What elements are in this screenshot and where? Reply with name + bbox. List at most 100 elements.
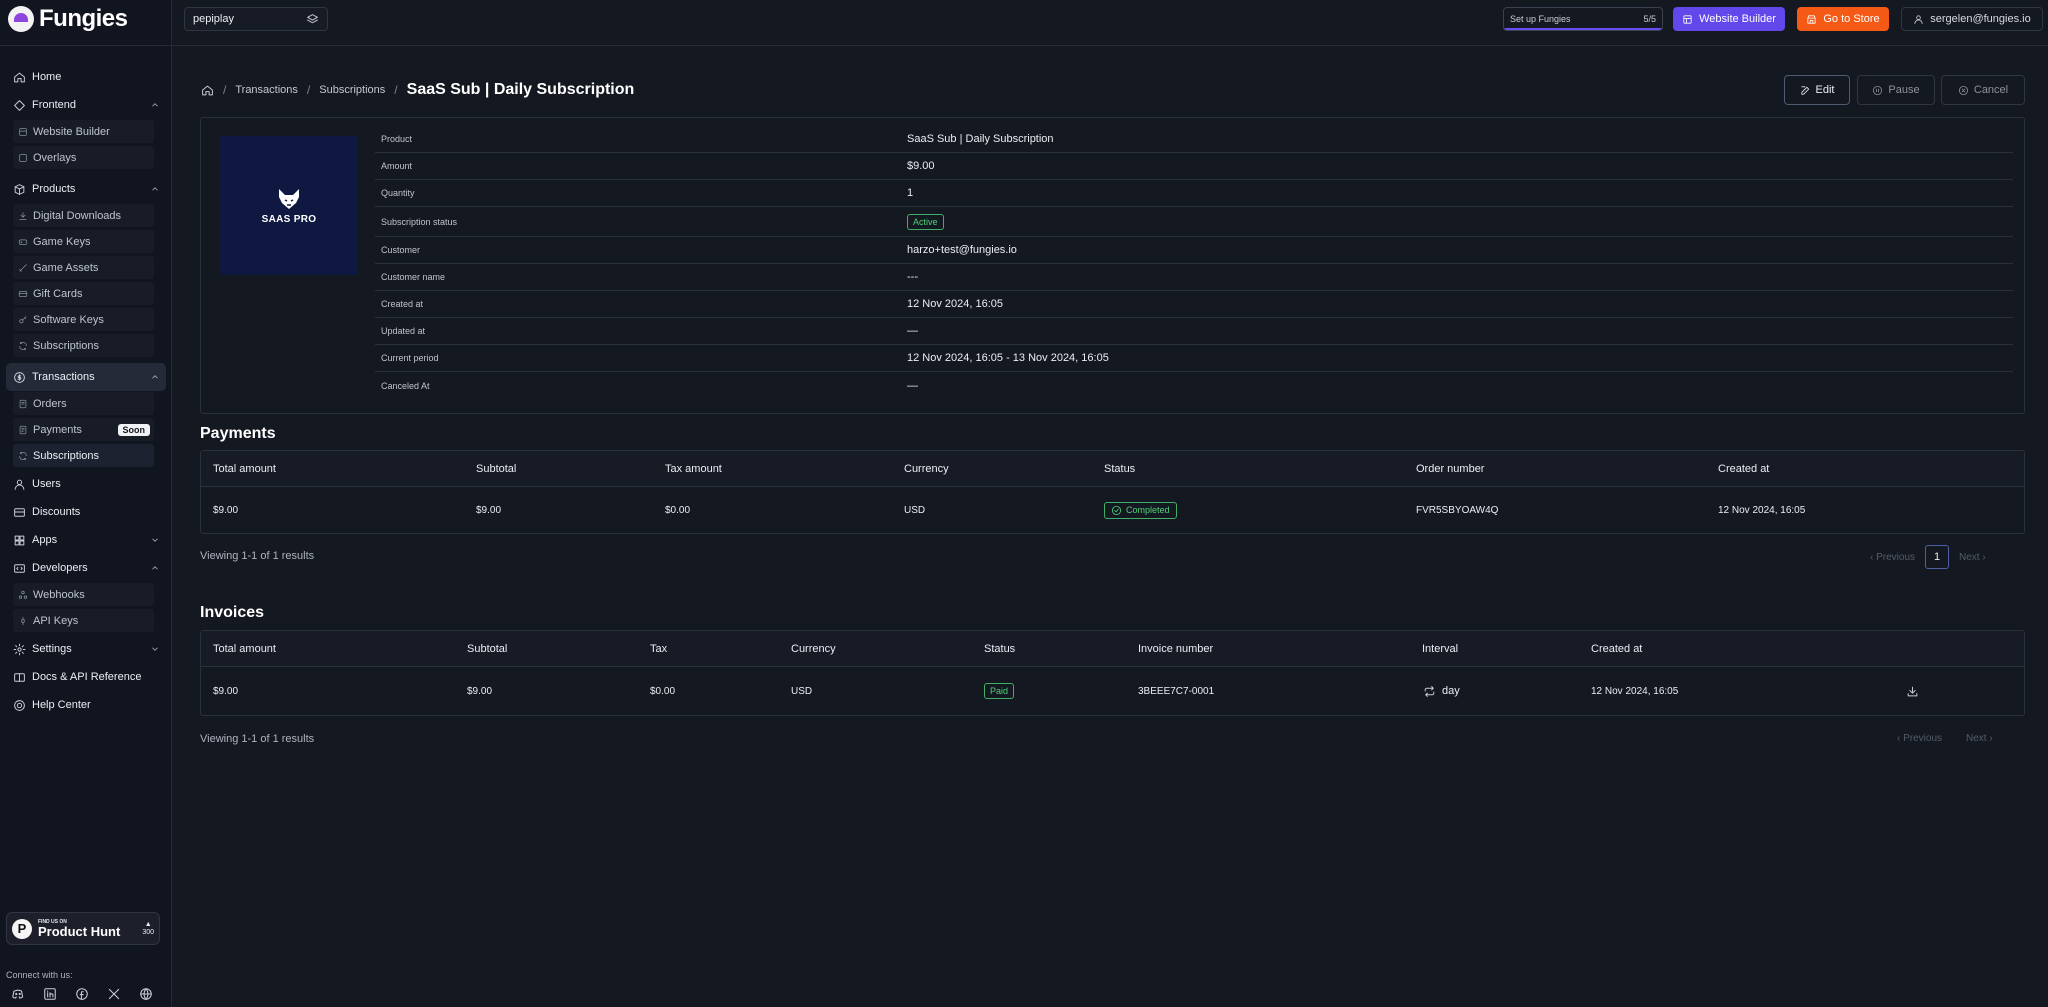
sidebar-item-apps[interactable]: Apps — [0, 526, 172, 554]
breadcrumb-transactions[interactable]: Transactions — [235, 84, 298, 96]
detail-row-customer-name: Customer name --- — [375, 264, 2013, 291]
sidebar-item-digital-downloads[interactable]: Digital Downloads — [13, 204, 154, 227]
page-number-button[interactable]: 1 — [1925, 545, 1950, 569]
chevron-up-icon — [150, 372, 160, 382]
payments-table: Total amount Subtotal Tax amount Currenc… — [200, 450, 2025, 534]
invoices-table: Total amount Subtotal Tax Currency Statu… — [200, 630, 2025, 716]
facebook-icon[interactable] — [74, 986, 90, 1002]
linkedin-icon[interactable] — [42, 986, 58, 1002]
next-label: Next — [1959, 551, 1980, 563]
connect-label: Connect with us: — [6, 970, 73, 980]
column-header: Subtotal — [476, 462, 517, 475]
sidebar-item-label: Payments — [33, 423, 82, 436]
fungies-logo-icon — [8, 6, 34, 32]
website-builder-button[interactable]: Website Builder — [1673, 7, 1785, 31]
cell-tax: $0.00 — [665, 504, 691, 516]
sidebar-item-help[interactable]: Help Center — [0, 691, 172, 719]
column-header: Status — [984, 642, 1016, 655]
product-image-text: SAAS PRO — [261, 213, 317, 225]
next-button[interactable]: Next › — [1966, 733, 1993, 744]
sidebar-item-developers[interactable]: Developers — [0, 554, 172, 582]
x-icon[interactable] — [106, 986, 122, 1002]
sidebar-item-docs[interactable]: Docs & API Reference — [0, 663, 172, 691]
table-row[interactable]: $9.00 $9.00 $0.00 USD Completed FVR5SBYO… — [201, 487, 2024, 533]
sidebar-item-settings[interactable]: Settings — [0, 635, 172, 663]
help-icon — [12, 698, 26, 712]
chevron-down-icon — [150, 535, 160, 545]
sidebar-item-label: Frontend — [32, 99, 77, 111]
sidebar-item-payments[interactable]: Payments Soon — [13, 418, 154, 441]
column-header: Currency — [791, 642, 836, 655]
sidebar-item-transactions[interactable]: Transactions — [6, 363, 166, 391]
go-to-store-button[interactable]: Go to Store — [1797, 7, 1889, 31]
sidebar-item-gift-cards[interactable]: Gift Cards — [13, 282, 154, 305]
pause-button[interactable]: Pause — [1857, 75, 1935, 105]
sidebar-item-website-builder[interactable]: Website Builder — [13, 120, 154, 143]
sidebar-item-api-keys[interactable]: API Keys — [13, 609, 154, 632]
invoices-title: Invoices — [200, 604, 265, 621]
product-hunt-badge[interactable]: P FIND US ON Product Hunt ▲ 300 — [6, 912, 160, 945]
download-button[interactable] — [1905, 667, 1919, 715]
sidebar-item-label: Products — [32, 183, 76, 195]
column-header: Total amount — [213, 462, 276, 475]
sidebar-item-game-keys[interactable]: Game Keys — [13, 230, 154, 253]
sidebar-item-webhooks[interactable]: Webhooks — [13, 583, 154, 606]
download-icon — [17, 210, 28, 221]
user-menu-button[interactable]: sergelen@fungies.io — [1901, 7, 2043, 31]
sidebar-item-label: Gift Cards — [33, 287, 83, 300]
payments-title: Payments — [200, 425, 276, 442]
sidebar-item-label: Subscriptions — [33, 339, 100, 352]
orders-icon — [17, 398, 28, 409]
go-to-store-label: Go to Store — [1823, 13, 1880, 25]
detail-key: Current period — [381, 353, 439, 363]
sidebar-item-label: Apps — [32, 534, 58, 546]
cancel-button[interactable]: Cancel — [1941, 75, 2025, 105]
invoices-table-header: Total amount Subtotal Tax Currency Statu… — [201, 631, 2024, 667]
sidebar-item-users[interactable]: Users — [0, 470, 172, 498]
sidebar-item-frontend[interactable]: Frontend — [0, 91, 172, 119]
refresh-icon — [17, 450, 28, 461]
next-button[interactable]: Next › — [1959, 552, 1986, 563]
fungies-logo[interactable]: Fungies — [8, 5, 128, 32]
sidebar-item-products[interactable]: Products — [0, 175, 172, 203]
previous-button[interactable]: ‹ Previous — [1870, 552, 1915, 563]
store-selector[interactable]: pepiplay — [184, 7, 328, 31]
wolf-logo-icon — [279, 188, 299, 209]
sidebar-item-subscriptions[interactable]: Subscriptions — [13, 444, 154, 467]
payments-pagination: ‹ Previous 1 Next › — [1870, 545, 1986, 569]
discord-icon[interactable] — [10, 986, 26, 1002]
edit-button[interactable]: Edit — [1784, 75, 1850, 105]
detail-row-status: Subscription status Active — [375, 207, 2013, 237]
product-hunt-votes: ▲ 300 — [142, 921, 154, 936]
sidebar-item-overlays[interactable]: Overlays — [13, 146, 154, 169]
cancel-label: Cancel — [1973, 84, 2009, 96]
sidebar-item-product-subscriptions[interactable]: Subscriptions — [13, 334, 154, 357]
pause-label: Pause — [1888, 84, 1920, 96]
sidebar-item-software-keys[interactable]: Software Keys — [13, 308, 154, 331]
previous-button[interactable]: ‹ Previous — [1897, 733, 1942, 744]
invoices-viewing-count: Viewing 1-1 of 1 results — [200, 733, 315, 745]
globe-icon[interactable] — [138, 986, 154, 1002]
sidebar-item-label: Transactions — [32, 371, 95, 383]
sidebar-item-home[interactable]: Home — [0, 63, 172, 91]
product-hunt-text: FIND US ON Product Hunt — [38, 919, 120, 938]
table-row[interactable]: $9.00 $9.00 $0.00 USD Paid 3BEEE7C7-0001… — [201, 667, 2024, 715]
user-icon — [12, 477, 26, 491]
sidebar-item-game-assets[interactable]: Game Assets — [13, 256, 154, 279]
gear-icon — [12, 642, 26, 656]
detail-value: 1 — [907, 187, 914, 199]
payments-viewing-count: Viewing 1-1 of 1 results — [200, 550, 315, 562]
breadcrumb-subscriptions[interactable]: Subscriptions — [319, 84, 385, 96]
download-icon — [1905, 684, 1919, 698]
cell-invoice-number: 3BEEE7C7-0001 — [1138, 685, 1215, 697]
breadcrumb-separator: / — [223, 83, 227, 97]
gift-card-icon — [17, 288, 28, 299]
sidebar-item-orders[interactable]: Orders — [13, 392, 154, 415]
home-icon[interactable] — [200, 83, 214, 97]
detail-row-amount: Amount $9.00 — [375, 153, 2013, 180]
sidebar-item-discounts[interactable]: Discounts — [0, 498, 172, 526]
cell-order-number[interactable]: FVR5SBYOAW4Q — [1416, 487, 1498, 533]
page-title: SaaS Sub | Daily Subscription — [406, 81, 635, 98]
status-badge: Paid — [984, 683, 1015, 699]
setup-progress[interactable]: Set up Fungies 5/5 — [1503, 7, 1663, 31]
